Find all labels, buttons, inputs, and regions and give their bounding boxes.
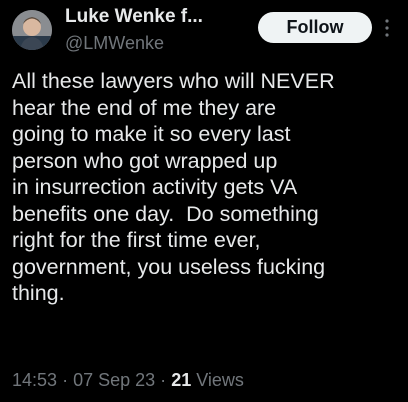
tweet-meta: 14:53 · 07 Sep 23 · 21 Views	[12, 370, 244, 391]
views-label: Views	[196, 370, 244, 390]
author-name[interactable]: Luke Wenke f...	[65, 6, 203, 28]
tweet-date[interactable]: 07 Sep 23	[73, 370, 155, 390]
views-count: 21	[171, 370, 192, 390]
meta-separator: ·	[62, 370, 69, 390]
more-options-icon[interactable]	[384, 18, 390, 38]
tweet-text: All these lawyers who will NEVER hear th…	[12, 69, 335, 305]
follow-button[interactable]: Follow	[258, 12, 372, 43]
meta-separator: ·	[160, 370, 167, 390]
author-handle[interactable]: @LMWenke	[65, 33, 164, 54]
tweet-time[interactable]: 14:53	[12, 370, 57, 390]
tweet: Luke Wenke f... @LMWenke Follow All thes…	[0, 0, 408, 402]
user-avatar-icon	[12, 10, 52, 50]
author-avatar[interactable]	[12, 10, 52, 50]
